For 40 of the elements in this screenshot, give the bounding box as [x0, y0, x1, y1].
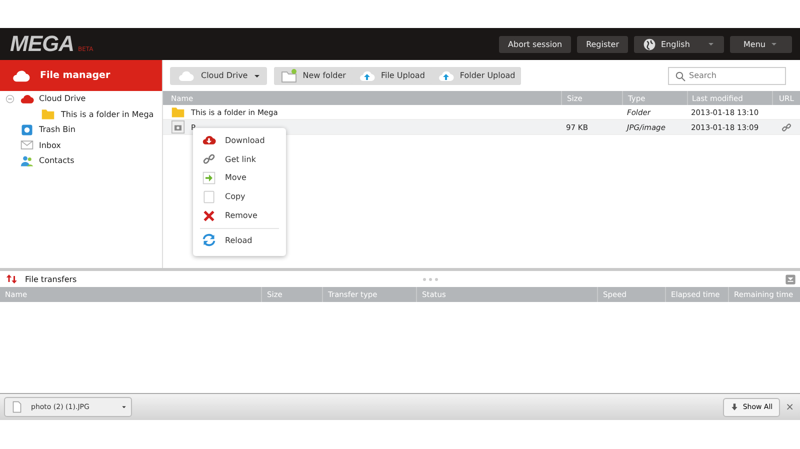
transfer-arrows-icon	[6, 273, 18, 285]
resize-handle[interactable]	[423, 278, 438, 280]
tree-item[interactable]: This is a folder in Mega	[0, 106, 162, 122]
caret-icon	[121, 404, 127, 410]
collapse-icon[interactable]	[784, 274, 796, 284]
link-icon	[202, 152, 216, 166]
caret-icon	[707, 40, 715, 48]
menu-item[interactable]: Get link	[193, 150, 286, 169]
camera-icon	[171, 120, 185, 134]
tree-item[interactable]: Contacts	[0, 153, 162, 168]
globe-icon	[643, 38, 656, 50]
new-folder-icon	[280, 68, 298, 84]
header-button[interactable]: Register	[577, 36, 628, 52]
tree-item[interactable]: Cloud Drive	[0, 91, 162, 106]
menu-item[interactable]: Copy	[193, 187, 286, 206]
download-icon	[730, 402, 739, 412]
section-header[interactable]: File manager	[0, 60, 162, 91]
copy-icon	[202, 190, 216, 204]
menu-item[interactable]: Move	[193, 168, 286, 188]
folder-icon	[41, 107, 55, 122]
tree-item[interactable]: Trash Bin	[0, 122, 162, 138]
tree-item[interactable]: Inbox	[0, 138, 162, 153]
location-dropdown[interactable]: Cloud Drive	[170, 66, 267, 84]
menu-item[interactable]: Remove	[193, 206, 286, 225]
language-dropdown[interactable]: English	[634, 36, 724, 52]
reload-icon	[202, 233, 216, 248]
envelope-icon	[20, 138, 34, 152]
close-button[interactable]: ×	[784, 402, 796, 412]
file-icon	[11, 400, 23, 414]
search-field[interactable]: Search	[668, 66, 786, 84]
close-icon	[202, 208, 216, 223]
logo: MEGA	[10, 33, 74, 55]
download-cloud-icon	[202, 133, 216, 148]
caret-icon	[770, 40, 778, 48]
panel-title: File transfers	[25, 274, 77, 284]
menu-button[interactable]: Menu	[730, 36, 792, 52]
header-button[interactable]: Abort session	[499, 36, 572, 52]
search-icon	[675, 70, 686, 82]
menu-item[interactable]: Reload	[200, 228, 279, 252]
people-icon	[20, 154, 34, 168]
